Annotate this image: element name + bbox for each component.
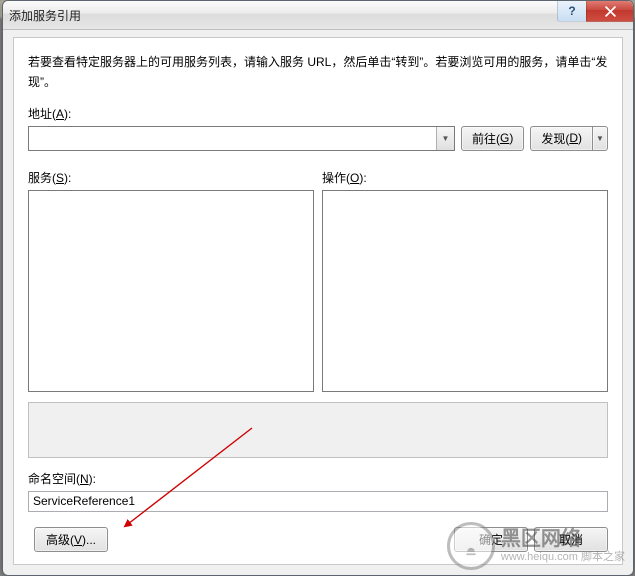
discover-button[interactable]: 发现(D) <box>530 126 593 151</box>
help-icon: ? <box>568 4 575 18</box>
status-panel <box>28 402 608 458</box>
operations-listbox[interactable] <box>322 190 608 392</box>
operations-label: 操作(O): <box>322 169 608 186</box>
namespace-label: 命名空间(N): <box>28 470 608 487</box>
dialog-add-service-reference: 添加服务引用 ? 若要查看特定服务器上的可用服务列表，请输入服务 URL，然后单… <box>2 0 634 576</box>
address-dropdown-button[interactable]: ▼ <box>436 127 454 150</box>
cancel-button[interactable]: 取消 <box>534 527 608 552</box>
ok-button[interactable]: 确定 <box>454 527 528 552</box>
address-label: 地址(A): <box>28 105 608 122</box>
namespace-input[interactable] <box>28 491 608 512</box>
services-listbox[interactable] <box>28 190 314 392</box>
go-button[interactable]: 前往(G) <box>461 126 524 151</box>
instruction-text: 若要查看特定服务器上的可用服务列表，请输入服务 URL，然后单击“转到”。若要浏… <box>28 52 608 93</box>
chevron-down-icon: ▼ <box>442 134 450 143</box>
titlebar: 添加服务引用 ? <box>3 1 633 30</box>
services-label: 服务(S): <box>28 169 314 186</box>
chevron-down-icon: ▼ <box>596 134 604 143</box>
help-button[interactable]: ? <box>557 1 586 22</box>
client-area: 若要查看特定服务器上的可用服务列表，请输入服务 URL，然后单击“转到”。若要浏… <box>13 37 623 565</box>
close-icon <box>605 6 616 17</box>
close-button[interactable] <box>586 1 633 22</box>
address-input[interactable] <box>29 127 436 150</box>
advanced-button[interactable]: 高级(V)... <box>34 527 108 552</box>
discover-dropdown-button[interactable]: ▼ <box>592 126 608 151</box>
window-title: 添加服务引用 <box>9 7 81 24</box>
address-combobox[interactable]: ▼ <box>28 126 455 151</box>
